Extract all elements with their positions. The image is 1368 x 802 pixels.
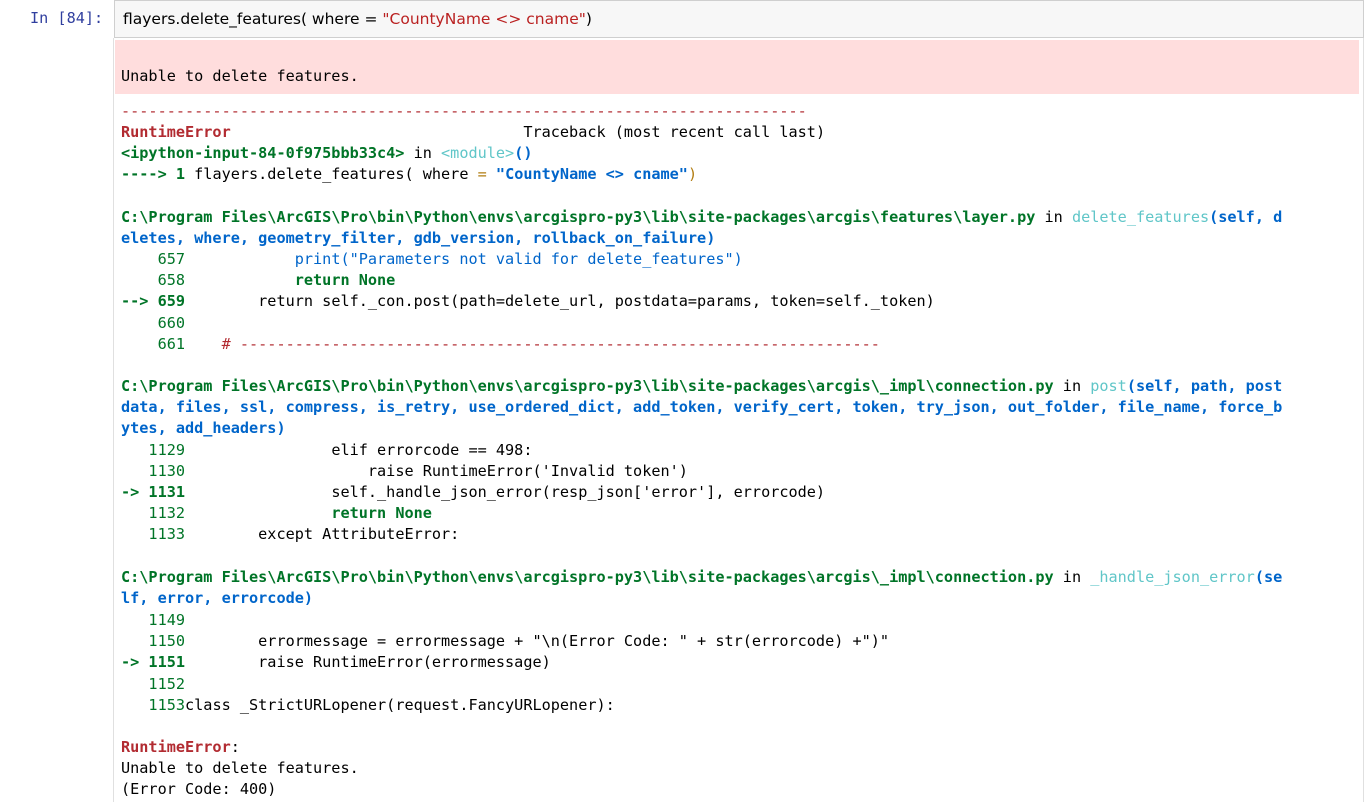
frame1-path: C:\Program Files\ArcGIS\Pro\bin\Python\e… xyxy=(121,208,1036,226)
in-word: in xyxy=(1053,377,1091,395)
header-spacing xyxy=(231,123,524,141)
error-name: RuntimeError xyxy=(121,123,231,141)
arrow-code-string: "CountyName <> cname" xyxy=(495,165,688,183)
code-line: class _StrictURLopener(request.FancyURLo… xyxy=(185,696,615,714)
frame2-line-1129: 1129 elif errorcode == 498: xyxy=(121,440,532,461)
frame3-header: C:\Program Files\ArcGIS\Pro\bin\Python\e… xyxy=(121,567,1282,588)
code-line: errormessage = errormessage + "\n(Error … xyxy=(185,632,890,650)
output-gutter xyxy=(0,38,114,802)
frame3-line-1151: -> 1151 raise RuntimeError(errormessage) xyxy=(121,652,551,673)
input-code-suffix: ) xyxy=(585,10,592,28)
input-code-prefix: flayers.delete_features( where = xyxy=(123,10,383,28)
arrow-code-eq: = xyxy=(477,165,487,183)
line-number: 1132 xyxy=(121,504,186,522)
code-line: return None xyxy=(185,271,396,289)
frame1-line-658: 658 return None xyxy=(121,270,396,291)
frame3-line-1152: 1152 xyxy=(121,674,185,695)
final-error-message-2: (Error Code: 400) xyxy=(121,780,277,798)
frame2-path: C:\Program Files\ArcGIS\Pro\bin\Python\e… xyxy=(121,377,1054,395)
frame3-line-1150: 1150 errormessage = errormessage + "\n(E… xyxy=(121,631,889,652)
in-word: in xyxy=(404,144,442,162)
frame2-func: post xyxy=(1090,377,1127,395)
frame2-line-1133: 1133 except AttributeError: xyxy=(121,524,459,545)
line-number: 1149 xyxy=(121,611,186,629)
line-number-current: --> 659 xyxy=(121,292,186,310)
input-code-string: "CountyName <> cname" xyxy=(382,10,586,28)
final-error-message-1: Unable to delete features. xyxy=(121,759,359,777)
ipython-input-ref: <ipython-input-84-0f975bbb33c4> xyxy=(121,144,405,162)
arrow-marker: ----> 1 xyxy=(121,165,195,183)
frame1-func: delete_features xyxy=(1071,208,1210,226)
code-line: print("Parameters not valid for delete_f… xyxy=(185,250,743,268)
line-number-current: -> 1131 xyxy=(121,483,186,501)
line-number: 660 xyxy=(121,314,186,332)
in-word: in xyxy=(1053,568,1091,586)
frame3-line-1149: 1149 xyxy=(121,610,185,631)
code-line: elif errorcode == 498: xyxy=(185,441,533,459)
arrow-code-a: flayers.delete_features( where xyxy=(194,165,478,183)
code-line-current: raise RuntimeError(errormessage) xyxy=(185,653,551,671)
frame3-sig-1: (se xyxy=(1254,568,1283,586)
code-line-current: self._handle_json_error(resp_json['error… xyxy=(185,483,826,501)
line-number: 1153 xyxy=(121,696,186,714)
in-word: in xyxy=(1035,208,1072,226)
frame2-sig-3: ytes, add_headers) xyxy=(121,419,286,437)
final-error-colon: : xyxy=(230,738,240,756)
frame1-header: C:\Program Files\ArcGIS\Pro\bin\Python\e… xyxy=(121,207,1282,228)
frame2-sig-2: data, files, ssl, compress, is_retry, us… xyxy=(121,398,1283,416)
code-line-comment: # --------------------------------------… xyxy=(185,335,880,353)
line-number: 658 xyxy=(121,271,186,289)
line-number: 657 xyxy=(121,250,186,268)
frame2-sig-1: (self, path, post xyxy=(1126,377,1283,395)
frame3-sig-2: lf, error, errorcode) xyxy=(121,589,314,607)
notebook-cell[interactable]: In [84]: flayers.delete_features( where … xyxy=(0,0,1368,802)
frame3-path: C:\Program Files\ArcGIS\Pro\bin\Python\e… xyxy=(121,568,1054,586)
frame2-line-1131: -> 1131 self._handle_json_error(resp_jso… xyxy=(121,482,825,503)
line-number-current: -> 1151 xyxy=(121,653,186,671)
line-number: 1130 xyxy=(121,462,186,480)
final-error-line: RuntimeError: xyxy=(121,737,240,758)
frame1-line-660: 660 xyxy=(121,313,185,334)
traceback-title: Traceback (most recent call last) xyxy=(523,123,826,141)
frame1-line-661: 661 # ----------------------------------… xyxy=(121,334,880,355)
line-number: 661 xyxy=(121,335,186,353)
input-prompt: In [84]: xyxy=(30,9,104,27)
frame2-line-1130: 1130 raise RuntimeError('Invalid token') xyxy=(121,461,688,482)
line-number: 1152 xyxy=(121,675,186,693)
frame3-line-1153: 1153class _StrictURLopener(request.Fancy… xyxy=(121,695,615,716)
stderr-message: Unable to delete features. xyxy=(121,67,359,85)
traceback-separator: ----------------------------------------… xyxy=(121,102,807,120)
frame2-header: C:\Program Files\ArcGIS\Pro\bin\Python\e… xyxy=(121,376,1282,397)
frame3-func: _handle_json_error xyxy=(1090,568,1255,586)
arrow-code-b xyxy=(487,165,496,183)
ipython-input-line: <ipython-input-84-0f975bbb33c4> in <modu… xyxy=(121,143,532,164)
code-line: raise RuntimeError('Invalid token') xyxy=(185,462,688,480)
module-word: <module> xyxy=(441,144,515,162)
code-input-area[interactable]: flayers.delete_features( where = "County… xyxy=(114,0,1364,38)
arrow-code-paren: ) xyxy=(687,165,698,183)
code-line-current: return self._con.post(path=delete_url, p… xyxy=(185,292,935,310)
code-line: return None xyxy=(185,504,432,522)
frame1-sig-2: eletes, where, geometry_filter, gdb_vers… xyxy=(121,229,716,247)
frame1-line-659: --> 659 return self._con.post(path=delet… xyxy=(121,291,935,312)
frame1-line-657: 657 print("Parameters not valid for dele… xyxy=(121,249,743,270)
line-number: 1133 xyxy=(121,525,186,543)
line-number: 1150 xyxy=(121,632,186,650)
frame2-line-1132: 1132 return None xyxy=(121,503,432,524)
arrow-line: ----> 1 flayers.delete_features( where =… xyxy=(121,164,697,185)
line-number: 1129 xyxy=(121,441,186,459)
code-input-text[interactable]: flayers.delete_features( where = "County… xyxy=(123,10,592,28)
code-line: except AttributeError: xyxy=(185,525,460,543)
module-parens: () xyxy=(514,144,533,162)
traceback-header: RuntimeError Traceback (most recent call… xyxy=(121,122,825,143)
frame1-sig-1: (self, d xyxy=(1209,208,1283,226)
final-error-name: RuntimeError xyxy=(121,738,231,756)
